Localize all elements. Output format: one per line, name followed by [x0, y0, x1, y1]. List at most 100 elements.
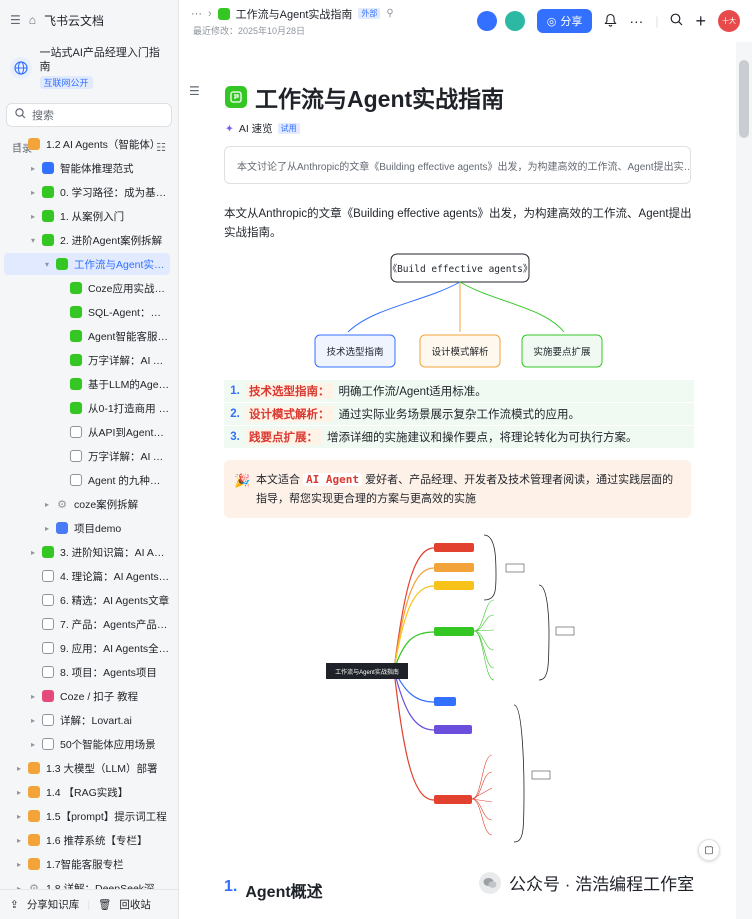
- folder-icon: [28, 138, 40, 150]
- last-modified: 最近修改：2025年10月28日: [193, 25, 306, 36]
- bell-icon[interactable]: [604, 13, 617, 30]
- outline-icon[interactable]: ☰: [189, 84, 200, 98]
- chevron-down-icon[interactable]: ▾: [28, 236, 38, 245]
- tree-item[interactable]: ▸ 0. 学习路径：成为基于A…: [4, 181, 170, 203]
- chevron-right-icon[interactable]: ▸: [14, 764, 24, 773]
- coze-icon: [42, 690, 54, 702]
- tree-item[interactable]: ▸⚙1.8 详解：DeepSeek深度推…: [4, 877, 170, 890]
- doc-icon: [42, 162, 54, 174]
- search-icon[interactable]: [670, 13, 683, 29]
- chevron-right-icon[interactable]: ▸: [14, 836, 24, 845]
- chevron-right-icon[interactable]: ▸: [42, 524, 52, 533]
- tree-item[interactable]: ▾ 1.2 AI Agents（智能体）: [4, 133, 170, 155]
- tree-item[interactable]: ▸ Coze / 扣子 教程: [4, 685, 170, 707]
- pin-icon[interactable]: ⚲: [386, 8, 393, 19]
- tree-item[interactable]: 9. 应用：AI Agents全景图: [4, 637, 170, 659]
- tree-item[interactable]: ▾ 2. 进阶Agent案例拆解: [4, 229, 170, 251]
- tree-item[interactable]: SQL-Agent：实现…: [4, 301, 170, 323]
- tree-item-label: 从0-1打造商用 A…: [88, 402, 170, 415]
- tree-item[interactable]: 7. 产品：Agents产品分析: [4, 613, 170, 635]
- tree-item-label: 智能体推理范式: [60, 162, 134, 175]
- chevron-right-icon[interactable]: ▸: [28, 164, 38, 173]
- chevron-right-icon[interactable]: ▸: [28, 716, 38, 725]
- search-icon: [15, 108, 26, 122]
- chevron-right-icon[interactable]: ▸: [42, 500, 52, 509]
- tree-item[interactable]: ▸ 项目demo: [4, 517, 170, 539]
- collapse-sidebar-icon[interactable]: ☰: [10, 13, 21, 27]
- plus-icon[interactable]: +: [695, 12, 706, 30]
- tree-item[interactable]: Agent 的九种设…: [4, 469, 170, 491]
- tree-item[interactable]: 万字详解：AI Ag…: [4, 349, 170, 371]
- tree-item-label: 7. 产品：Agents产品分析: [60, 618, 170, 631]
- tree-item[interactable]: ▸ 1. 从案例入门: [4, 205, 170, 227]
- search-input[interactable]: 搜索: [6, 103, 172, 127]
- chevron-right-icon[interactable]: ▸: [28, 740, 38, 749]
- chevron-right-icon[interactable]: ▸: [28, 692, 38, 701]
- tree-item-label: 4. 理论篇：AI Agents理…: [60, 570, 170, 583]
- tree-item[interactable]: ▾ 工作流与Agent实战…: [4, 253, 170, 275]
- doc-icon: [70, 282, 82, 294]
- doc-icon: [70, 306, 82, 318]
- more-options-icon[interactable]: ···: [629, 13, 643, 29]
- trial-badge: 试用: [277, 123, 300, 134]
- tree-item[interactable]: ▸ 3. 进阶知识篇：AI Agen…: [4, 541, 170, 563]
- inline-code: AI Agent: [303, 473, 363, 486]
- tree-item[interactable]: ▸ 详解：Lovart.ai: [4, 709, 170, 731]
- user-avatar[interactable]: 十大: [718, 10, 740, 32]
- collaborator-avatar[interactable]: [504, 11, 525, 31]
- tree-item[interactable]: ▸ 1.6 推荐系统【专栏】: [4, 829, 170, 851]
- chevron-right-icon[interactable]: ▸: [14, 860, 24, 869]
- tree-item[interactable]: Agent智能客服…: [4, 325, 170, 347]
- knowledge-base-header[interactable]: 一站式AI产品经理入门指南 互联网公开: [0, 40, 178, 95]
- tree-item-label: 详解：Lovart.ai: [60, 714, 132, 727]
- list-item: 3. 践要点扩展： 增添详细的实施建议和操作要点，将理论转化为可执行方案。: [224, 426, 694, 448]
- tree-item[interactable]: Coze应用实战指南: [4, 277, 170, 299]
- tree-item[interactable]: ▸ 1.4 【RAG实践】: [4, 781, 170, 803]
- tree-item-label: 1.3 大模型（LLM）部署: [46, 762, 158, 775]
- page-icon: [42, 714, 54, 726]
- tree-item[interactable]: 从0-1打造商用 A…: [4, 397, 170, 419]
- tree-item[interactable]: 基于LLM的Agent…: [4, 373, 170, 395]
- ai-summary-box[interactable]: 本文讨论了从Anthropic的文章《Building effective ag…: [224, 146, 691, 184]
- tree-item-label: Coze / 扣子 教程: [60, 690, 139, 703]
- scrollbar[interactable]: [736, 42, 752, 919]
- flow-node-label: 实施要点扩展: [533, 346, 591, 358]
- tree-item[interactable]: ▸ 1.5【prompt】提示词工程: [4, 805, 170, 827]
- tree-item[interactable]: 6. 精选：AI Agents文章: [4, 589, 170, 611]
- flow-edge: [459, 281, 565, 333]
- ai-summary-row[interactable]: ✦ AI 速览 试用: [225, 121, 300, 136]
- share-kb-button[interactable]: 分享知识库: [27, 897, 80, 912]
- collaborator-avatar[interactable]: [476, 11, 497, 31]
- mindmap-image[interactable]: 工作流与Agent实战指南: [324, 530, 594, 850]
- tree-item[interactable]: 万字详解：AI Ag…: [4, 445, 170, 467]
- chevron-right-icon[interactable]: ▸: [14, 812, 24, 821]
- chevron-right-icon[interactable]: ▸: [28, 212, 38, 221]
- doc-icon: [70, 354, 82, 366]
- chevron-down-icon[interactable]: ▾: [42, 260, 52, 269]
- comment-float-button[interactable]: ▢: [698, 839, 720, 861]
- share-button[interactable]: ◎ 分享: [536, 9, 593, 33]
- tree-item[interactable]: ▸ 1.7智能客服专栏: [4, 853, 170, 875]
- app-name[interactable]: 飞书云文档: [44, 12, 104, 29]
- tree-item[interactable]: 从API到Agent：…: [4, 421, 170, 443]
- tree-item[interactable]: 4. 理论篇：AI Agents理…: [4, 565, 170, 587]
- chevron-right-icon[interactable]: ▸: [28, 188, 38, 197]
- chevron-down-icon[interactable]: ▾: [14, 140, 24, 149]
- grid-icon: [42, 594, 54, 606]
- tree-item[interactable]: ▸ ⚙ coze案例拆解: [4, 493, 170, 515]
- tree-item[interactable]: ▸ 智能体推理范式: [4, 157, 170, 179]
- tree-item[interactable]: 8. 项目：Agents项目: [4, 661, 170, 683]
- scrollbar-thumb[interactable]: [739, 60, 749, 138]
- tree-item-label: 1.5【prompt】提示词工程: [46, 810, 167, 823]
- more-icon[interactable]: ···: [191, 8, 202, 20]
- tree-item[interactable]: ▸ 50个智能体应用场景: [4, 733, 170, 755]
- tree-item[interactable]: ▸ 1.3 大模型（LLM）部署: [4, 757, 170, 779]
- share-kb-icon: ⇪: [10, 898, 19, 911]
- top-bar: ··· › 工作流与Agent实战指南 外部 ⚲ 最近修改：2025年10月28…: [179, 0, 752, 42]
- doc-icon: [56, 258, 68, 270]
- chevron-right-icon[interactable]: ▸: [28, 548, 38, 557]
- chevron-right-icon[interactable]: ▸: [14, 788, 24, 797]
- breadcrumb-doc-name[interactable]: 工作流与Agent实战指南: [236, 6, 353, 22]
- trash-button[interactable]: 回收站: [119, 897, 151, 912]
- home-icon[interactable]: ⌂: [29, 13, 36, 27]
